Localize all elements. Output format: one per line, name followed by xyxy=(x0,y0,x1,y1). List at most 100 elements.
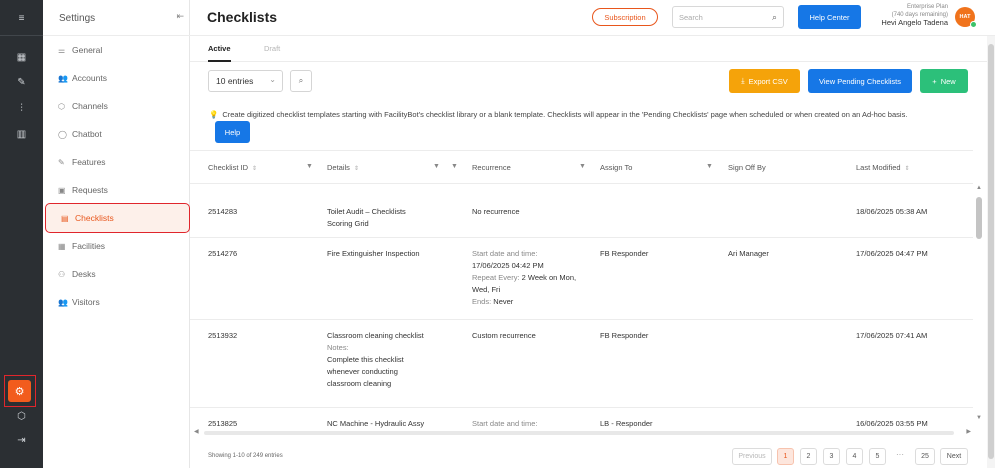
table-vertical-scrollbar[interactable]: ▲ ▼ xyxy=(975,185,985,430)
table-row[interactable]: 2514276 Fire Extinguisher Inspection Sta… xyxy=(190,238,973,320)
table-horizontal-scrollbar[interactable]: ◀ ▶ xyxy=(190,428,975,438)
page-scrollbar[interactable] xyxy=(987,36,995,468)
page-scroll-thumb[interactable] xyxy=(988,44,994,459)
cell-id: 2514283 xyxy=(208,207,238,216)
page-5-button[interactable]: 5 xyxy=(869,448,886,465)
search-icon: ⌕ xyxy=(298,76,304,85)
col-recurrence: Recurrence xyxy=(472,163,511,172)
tab-draft[interactable]: Draft xyxy=(264,44,280,53)
help-center-button[interactable]: Help Center xyxy=(798,5,861,29)
entries-value: 10 entries xyxy=(216,76,254,86)
cell-details: Fire Extinguisher Inspection xyxy=(327,249,420,258)
logout-icon[interactable]: ⇥ xyxy=(0,430,43,450)
clipboard-icon: ▤ xyxy=(61,213,69,223)
scroll-left-icon[interactable]: ◀ xyxy=(194,428,199,435)
info-note: 💡 Create digitized checklist templates st… xyxy=(209,110,908,119)
sidebar-item-accounts[interactable]: 👥 Accounts xyxy=(43,64,190,92)
analytics-icon[interactable]: ⫶ xyxy=(0,98,43,118)
gear-icon[interactable]: ⚙ xyxy=(8,380,31,402)
cell-id: 2513932 xyxy=(208,331,238,340)
page-1-button[interactable]: 1 xyxy=(777,448,794,465)
scroll-down-icon[interactable]: ▼ xyxy=(976,415,982,421)
filter-icon[interactable]: ▼ xyxy=(306,163,313,170)
col-sign-off-by: Sign Off By xyxy=(728,163,766,172)
search-placeholder: Search xyxy=(679,13,703,22)
help-button[interactable]: Help xyxy=(215,121,250,143)
search-icon[interactable]: ⌕ xyxy=(772,12,777,23)
tab-active[interactable]: Active xyxy=(208,44,231,62)
page-title: Checklists xyxy=(207,9,278,25)
cell-id: 2514276 xyxy=(208,249,238,258)
sidebar-item-general[interactable]: ⚌ General xyxy=(43,36,190,64)
sidebar-item-requests[interactable]: ▣ Requests xyxy=(43,176,190,204)
scroll-up-icon[interactable]: ▲ xyxy=(976,185,982,191)
settings-panel: Settings ⇤ ⚌ General 👥 Accounts ⬡ Channels … xyxy=(43,0,190,468)
search-input[interactable]: Search ⌕ xyxy=(672,6,784,28)
entries-select[interactable]: 10 entries ⌄ xyxy=(208,70,283,92)
user-name: Hevi Angelo Tadena xyxy=(881,18,948,27)
sidebar-item-desks[interactable]: ⚇ Desks xyxy=(43,260,190,288)
box-icon[interactable]: ⬡ xyxy=(0,406,43,426)
cell-recurrence: Start date and time: 17/06/2025 04:42 PM… xyxy=(472,249,577,306)
showing-entries: Showing 1-10 of 249 entries xyxy=(208,453,283,459)
filter-icon[interactable]: ▼ xyxy=(433,163,440,170)
view-pending-checklists-button[interactable]: View Pending Checklists xyxy=(808,69,912,93)
page-last-button[interactable]: 25 xyxy=(915,448,935,465)
sidebar-item-channels[interactable]: ⬡ Channels xyxy=(43,92,190,120)
settings-title: Settings xyxy=(59,13,96,24)
cell-recurrence: No recurrence xyxy=(472,207,520,216)
col-checklist-id[interactable]: Checklist ID ⇕ xyxy=(208,163,257,172)
export-csv-button[interactable]: ⤓ Export CSV xyxy=(729,69,800,93)
expand-menu-icon[interactable]: ≡ xyxy=(0,8,43,28)
sort-icon[interactable]: ⇕ xyxy=(905,166,910,172)
table-row[interactable]: 2513825 NC Machine - Hydraulic Assy Star… xyxy=(190,408,973,430)
cell-details: Classroom cleaning checklist Notes: Comp… xyxy=(327,331,424,388)
col-details[interactable]: Details ⇕ xyxy=(327,163,359,172)
sort-icon[interactable]: ⇕ xyxy=(354,166,359,172)
sidebar-item-checklists[interactable]: ▤ Checklists xyxy=(45,203,190,233)
scroll-track[interactable] xyxy=(204,431,954,435)
app-rail: ≡ ▦ ✎ ⫶ ▥ ⚙ ⬡ ⇥ xyxy=(0,0,43,468)
lightbulb-icon: 💡 xyxy=(209,110,219,119)
table-row[interactable]: 2513932 Classroom cleaning checklist Not… xyxy=(190,320,973,408)
filter-icon[interactable]: ▼ xyxy=(706,163,713,170)
collapse-icon[interactable]: ⇤ xyxy=(176,11,184,22)
plan-name: Enterprise Plan xyxy=(906,4,948,10)
sidebar-item-visitors[interactable]: 👥 Visitors xyxy=(43,288,190,316)
col-last-modified[interactable]: Last Modified ⇕ xyxy=(856,163,910,172)
tab-bar: Active Draft xyxy=(190,36,995,62)
next-page-button[interactable]: Next xyxy=(940,448,968,465)
scroll-thumb[interactable] xyxy=(976,197,982,239)
filter-icon[interactable]: ▼ xyxy=(451,163,458,170)
cell-last-modified: 17/06/2025 07:41 AM xyxy=(856,331,928,340)
pin-nav-icon[interactable]: ✎ xyxy=(0,72,43,92)
rail-divider xyxy=(0,35,43,36)
sidebar-item-chatbot[interactable]: ◯ Chatbot xyxy=(43,120,190,148)
page-2-button[interactable]: 2 xyxy=(800,448,817,465)
sliders-icon: ⚌ xyxy=(58,45,66,55)
table-row[interactable]: 2514283 Toilet Audit – Checklists Scoring… xyxy=(190,194,973,238)
chevron-down-icon: ⌄ xyxy=(269,75,276,84)
sort-icon[interactable]: ⇕ xyxy=(252,166,257,172)
online-status-dot xyxy=(970,21,977,28)
chat-icon: ◯ xyxy=(58,129,67,139)
inbox-icon: ▣ xyxy=(58,185,66,195)
subscription-button[interactable]: Subscription xyxy=(592,8,658,26)
table-search-button[interactable]: ⌕ xyxy=(290,70,312,92)
sidebar-item-features[interactable]: ✎ Features xyxy=(43,148,190,176)
scroll-right-icon[interactable]: ▶ xyxy=(966,428,971,435)
filter-icon[interactable]: ▼ xyxy=(579,163,586,170)
settings-header: Settings ⇤ xyxy=(43,0,190,36)
sidebar-item-facilities[interactable]: ▦ Facilities xyxy=(43,232,190,260)
cell-sign-off-by: Ari Manager xyxy=(728,249,769,258)
reports-icon[interactable]: ▥ xyxy=(0,124,43,144)
dashboard-icon[interactable]: ▦ xyxy=(0,47,43,67)
page-3-button[interactable]: 3 xyxy=(823,448,840,465)
cell-recurrence: Custom recurrence xyxy=(472,331,536,340)
col-assign-to: Assign To xyxy=(600,163,633,172)
previous-page-button[interactable]: Previous xyxy=(732,448,772,465)
new-checklist-button[interactable]: + New xyxy=(920,69,968,93)
avatar[interactable]: HAT xyxy=(955,7,977,28)
cell-assign-to: FB Responder xyxy=(600,249,649,258)
page-4-button[interactable]: 4 xyxy=(846,448,863,465)
